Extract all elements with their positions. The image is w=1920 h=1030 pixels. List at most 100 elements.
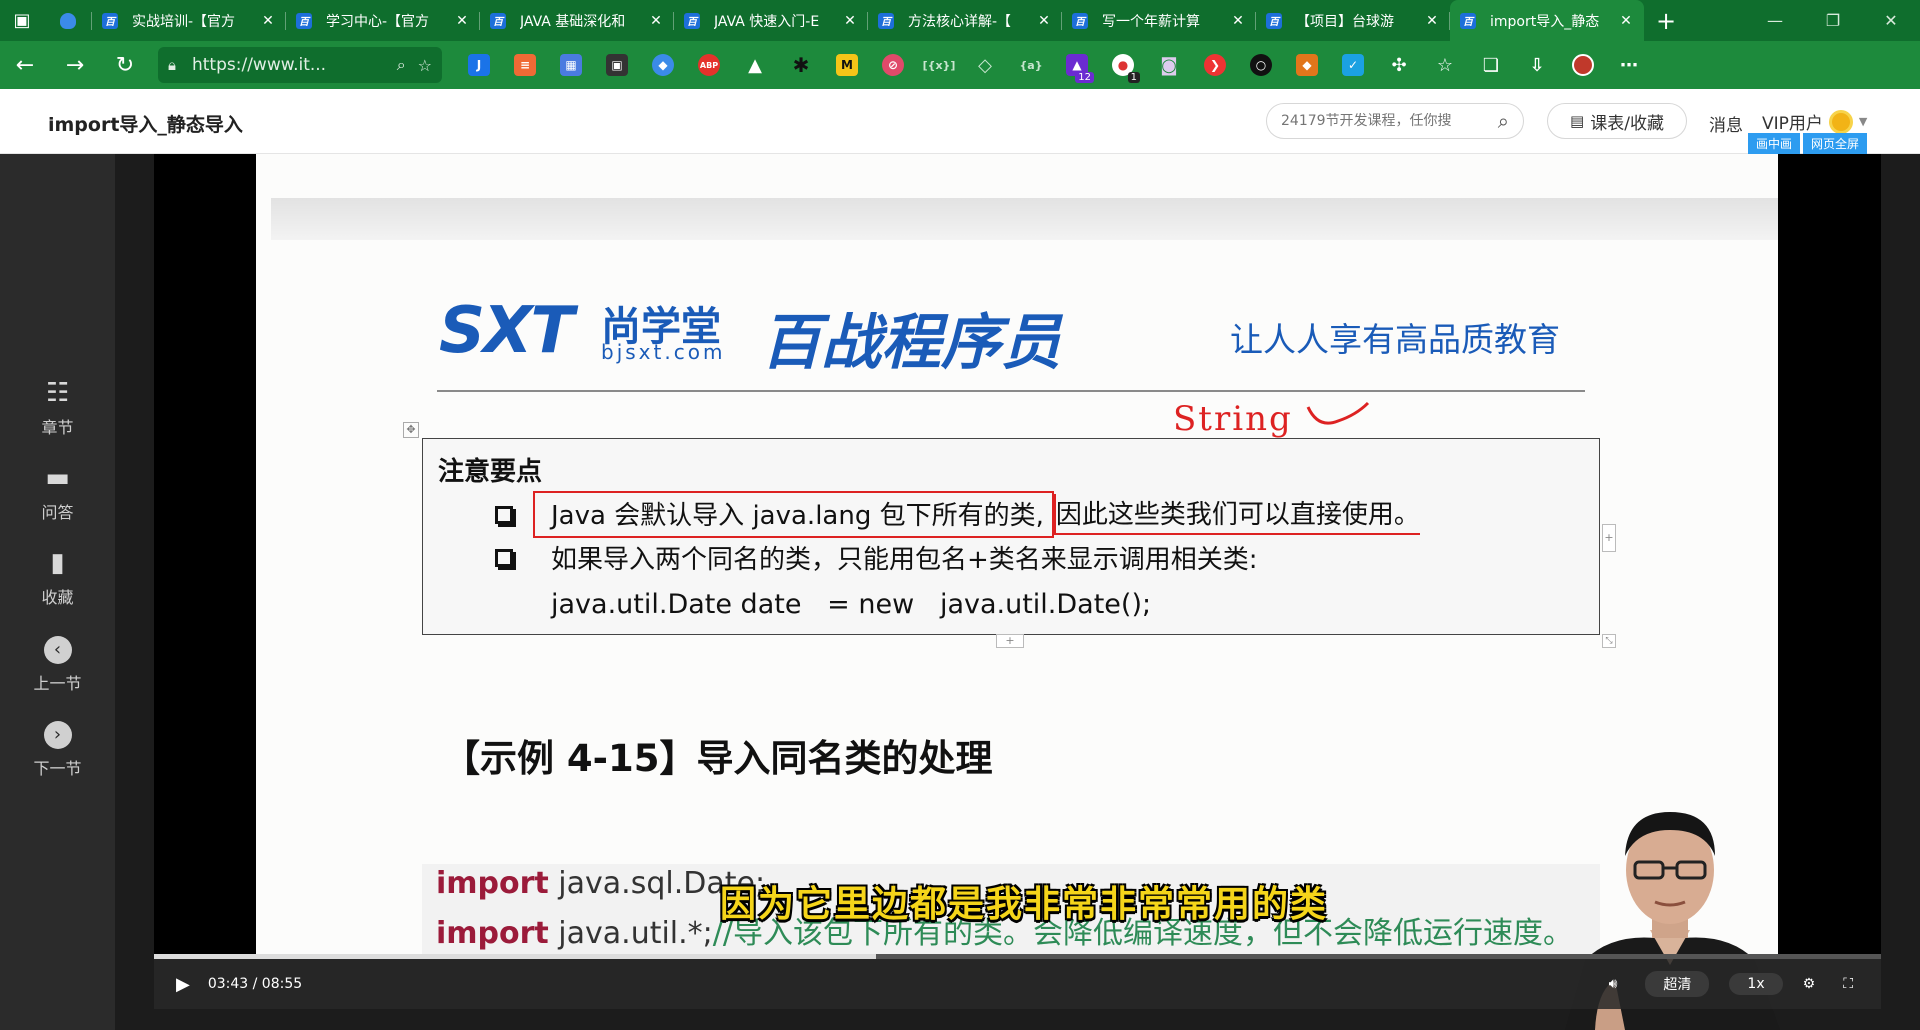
extension-fox-icon[interactable]: ◆ xyxy=(1284,41,1330,89)
close-tab-icon[interactable]: ✕ xyxy=(454,13,470,29)
annotation-curve xyxy=(1306,401,1370,425)
extension-circle-icon[interactable]: ○ xyxy=(1238,41,1284,89)
baizhan-logo: 百战程序员 xyxy=(761,308,1061,378)
sidebar-item-bookmark[interactable]: ▮ 收藏 xyxy=(0,548,115,608)
new-tab-icon[interactable]: + xyxy=(1644,7,1688,35)
note-item: 如果导入两个同名的类，只能用包名+类名来显示调用相关类: xyxy=(495,539,1258,576)
browser-tab[interactable]: 百 JAVA 快速入门-E ✕ xyxy=(674,0,868,41)
list-icon: ▤ xyxy=(1570,112,1585,130)
close-window-icon[interactable]: ✕ xyxy=(1862,0,1920,41)
browser-tab-active[interactable]: 百 import导入_静态 ✕ xyxy=(1450,0,1644,41)
course-list-label: 课表/收藏 xyxy=(1590,113,1664,134)
address-bar[interactable]: 🔒︎ https://www.it... ⌕ ☆ xyxy=(158,47,442,83)
browser-tab[interactable]: 百 实战培训-【官方 ✕ xyxy=(92,0,286,41)
extension-swirl-icon[interactable]: ❯ xyxy=(1192,41,1238,89)
more-menu-icon[interactable]: ⋯ xyxy=(1606,41,1652,89)
extension-paren-icon[interactable]: {a} xyxy=(1008,41,1054,89)
profile-avatar[interactable] xyxy=(1560,41,1606,89)
settings-gear-icon[interactable]: ⚙ xyxy=(1803,976,1816,992)
bookmark-icon: ▮ xyxy=(50,548,65,578)
sidebar-item-chapters[interactable]: ☷ 章节 xyxy=(0,378,115,438)
downloads-icon[interactable]: ⇩ xyxy=(1514,41,1560,89)
extension-check-shield-icon[interactable]: ✓ xyxy=(1330,41,1376,89)
forward-icon[interactable]: → xyxy=(50,41,100,89)
browser-tab[interactable]: 百 方法核心详解-【 ✕ xyxy=(868,0,1062,41)
adblock-icon[interactable]: ABP xyxy=(686,41,732,89)
close-tab-icon[interactable]: ✕ xyxy=(1424,13,1440,29)
close-tab-icon[interactable]: ✕ xyxy=(648,13,664,29)
favorite-star-icon[interactable]: ☆ xyxy=(418,56,432,75)
screenshot-icon[interactable]: ◙ xyxy=(1146,41,1192,89)
browser-tab[interactable]: 百 JAVA 基础深化和 ✕ xyxy=(480,0,674,41)
search-input[interactable] xyxy=(1281,113,1498,129)
note-item: Java 会默认导入 java.lang 包下所有的类, 因此这些类我们可以直接… xyxy=(495,491,1420,538)
extensions-puzzle-icon[interactable]: ✣ xyxy=(1376,41,1422,89)
extension-gem-icon[interactable]: ◆ xyxy=(640,41,686,89)
page-header: import导入_静态导入 ⌕ ▤ 课表/收藏 消息 VIP用户 ▼ 画中画 网… xyxy=(0,89,1920,154)
fullpage-button[interactable]: 网页全屏 xyxy=(1803,133,1868,154)
site-favicon-icon: 百 xyxy=(878,12,894,29)
sidebar-item-label: 章节 xyxy=(41,418,74,437)
sidebar-item-next[interactable]: › 下一节 xyxy=(0,721,115,779)
extension-asterisk-icon[interactable]: ✱ xyxy=(778,41,824,89)
resize-handle-icon[interactable]: ⤡ xyxy=(1602,634,1616,648)
close-tab-icon[interactable]: ✕ xyxy=(1036,13,1052,29)
extension-disk-icon[interactable]: ▣ xyxy=(594,41,640,89)
refresh-icon[interactable]: ↻ xyxy=(100,41,150,89)
close-tab-icon[interactable]: ✕ xyxy=(842,13,858,29)
zoom-icon[interactable]: ⌕ xyxy=(397,55,406,75)
browser-tab[interactable]: 百 写一个年薪计算 ✕ xyxy=(1062,0,1256,41)
move-handle-icon[interactable]: ✥ xyxy=(403,422,419,438)
extension-bracket-icon[interactable]: [{x}] xyxy=(916,41,962,89)
search-icon[interactable]: ⌕ xyxy=(1498,109,1509,133)
close-tab-icon[interactable]: ✕ xyxy=(260,13,276,29)
lock-icon: 🔒︎ xyxy=(168,56,176,74)
sidebar-item-prev[interactable]: ‹ 上一节 xyxy=(0,636,115,694)
tab-actions-icon[interactable]: ▣ xyxy=(0,0,44,41)
browser-tab[interactable]: 百 学习中心-【官方 ✕ xyxy=(286,0,480,41)
extension-notes-icon[interactable]: ≡ xyxy=(502,41,548,89)
extension-m-icon[interactable]: M xyxy=(824,41,870,89)
course-list-button[interactable]: ▤ 课表/收藏 xyxy=(1547,103,1687,139)
favorites-icon[interactable]: ☆ xyxy=(1422,41,1468,89)
player-controls-right: 🔊︎ 超清 1x ⚙ ⛶ xyxy=(1609,959,1881,1009)
restore-icon[interactable]: ❐ xyxy=(1804,0,1862,41)
speed-selector[interactable]: 1x xyxy=(1729,973,1783,995)
course-search[interactable]: ⌕ xyxy=(1266,103,1524,139)
sidebar-item-qa[interactable]: ▬ 问答 xyxy=(0,463,115,523)
minimize-icon[interactable]: — xyxy=(1746,0,1804,41)
back-icon[interactable]: ← xyxy=(0,41,50,89)
messages-link[interactable]: 消息 xyxy=(1709,111,1743,136)
collections-icon[interactable]: ❏ xyxy=(1468,41,1514,89)
extension-diamond-icon[interactable]: ◇ xyxy=(962,41,1008,89)
prev-icon: ‹ xyxy=(43,636,72,664)
close-tab-icon[interactable]: ✕ xyxy=(1230,13,1246,29)
extension-j-icon[interactable]: J xyxy=(456,41,502,89)
tab-title: 【项目】台球游 xyxy=(1296,13,1394,30)
fullscreen-icon[interactable]: ⛶ xyxy=(1843,976,1853,992)
close-tab-icon[interactable]: ✕ xyxy=(1618,13,1634,29)
extension-hat-icon[interactable]: ▲ 12 xyxy=(1054,41,1100,89)
resize-handle-icon[interactable]: + xyxy=(996,634,1024,648)
window-controls: — ❐ ✕ xyxy=(1746,0,1920,41)
time-display: 03:43 / 08:55 xyxy=(207,976,303,992)
play-icon[interactable]: ▶ xyxy=(176,974,190,995)
vip-user-menu[interactable]: VIP用户 ▼ xyxy=(1762,109,1867,134)
extension-shield-icon[interactable]: ⊘ xyxy=(870,41,916,89)
extension-red-icon[interactable]: ● 1 xyxy=(1100,41,1146,89)
extension-mountain-icon[interactable]: ▲ xyxy=(732,41,778,89)
slide-slogan: 让人人享有高品质教育 xyxy=(1230,320,1560,359)
player-controls: ▶ 03:43 / 08:55 🔊︎ 超清 1x ⚙ ⛶ xyxy=(154,959,1881,1009)
vip-medal-icon xyxy=(1828,109,1853,134)
quality-selector[interactable]: 超清 xyxy=(1645,971,1710,997)
extension-apps-icon[interactable]: ▦ xyxy=(548,41,594,89)
browser-tab[interactable]: 百 【项目】台球游 ✕ xyxy=(1256,0,1450,41)
resize-handle-icon[interactable]: + xyxy=(1602,524,1616,552)
tab-title: 实战培训-【官方 xyxy=(132,13,236,30)
view-mode-buttons: 画中画 网页全屏 xyxy=(1748,133,1870,154)
volume-icon[interactable]: 🔊︎ xyxy=(1609,976,1618,992)
pip-button[interactable]: 画中画 xyxy=(1748,133,1801,154)
tab-pinned[interactable] xyxy=(44,0,92,41)
lesson-sidebar: ☷ 章节 ▬ 问答 ▮ 收藏 ‹ 上一节 › 下一节 xyxy=(0,154,115,1030)
sidebar-item-label: 收藏 xyxy=(41,588,74,607)
